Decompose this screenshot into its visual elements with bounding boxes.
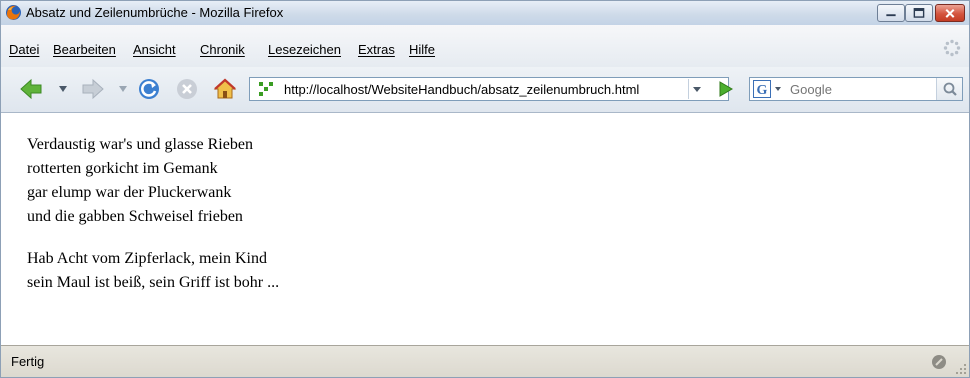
go-icon[interactable]: [717, 81, 733, 97]
status-text: Fertig: [11, 354, 45, 369]
poem-paragraph-2: Hab Acht vom Zipferlack, mein Kind sein …: [27, 247, 279, 295]
menu-ansicht[interactable]: Ansicht: [133, 42, 176, 57]
back-history-dropdown-icon[interactable]: [59, 86, 67, 92]
title-bar: Absatz und Zeilenumbrüche - Mozilla Fire…: [1, 1, 969, 25]
security-status-icon[interactable]: [931, 354, 947, 370]
address-bar[interactable]: http://localhost/WebsiteHandbuch/absatz_…: [249, 77, 729, 101]
throbber-icon: [943, 39, 961, 57]
navigation-toolbar: http://localhost/WebsiteHandbuch/absatz_…: [1, 67, 969, 113]
close-icon: [945, 8, 955, 18]
menu-extras[interactable]: Extras: [358, 42, 395, 57]
menu-chronik[interactable]: Chronik: [200, 42, 245, 57]
google-engine-icon: G: [753, 80, 781, 98]
forward-icon[interactable]: [81, 77, 105, 101]
minimize-icon: [886, 14, 896, 17]
poem-line: Hab Acht vom Zipferlack, mein Kind: [27, 250, 267, 267]
browser-window: Absatz und Zeilenumbrüche - Mozilla Fire…: [0, 0, 970, 378]
menu-hilfe[interactable]: Hilfe: [409, 42, 435, 57]
reload-icon[interactable]: [137, 77, 161, 101]
forward-history-dropdown-icon[interactable]: [119, 86, 127, 92]
stop-icon[interactable]: [175, 77, 199, 101]
menu-datei[interactable]: Datei: [9, 42, 39, 57]
site-icon: [259, 82, 273, 96]
search-bar: G: [749, 77, 963, 101]
poem-line: Verdaustig war's und glasse Rieben: [27, 136, 253, 153]
search-icon: [943, 82, 957, 96]
poem-line: und die gabben Schweisel frieben: [27, 208, 243, 225]
svg-text:G: G: [757, 83, 768, 98]
page-content: Verdaustig war's und glasse Rieben rotte…: [1, 113, 969, 345]
firefox-icon: [6, 5, 21, 20]
minimize-button[interactable]: [877, 4, 905, 22]
search-input[interactable]: [790, 81, 918, 97]
menu-lesezeichen[interactable]: Lesezeichen: [268, 42, 341, 57]
resize-grip-icon[interactable]: [955, 363, 967, 375]
menu-bar: Datei Bearbeiten Ansicht Chronik Lesezei…: [1, 25, 969, 67]
maximize-icon: [913, 8, 925, 18]
chevron-down-icon: [693, 87, 701, 92]
close-button[interactable]: [935, 4, 965, 22]
menu-bearbeiten[interactable]: Bearbeiten: [53, 42, 116, 57]
search-button[interactable]: [936, 78, 962, 100]
url-history-dropdown[interactable]: [688, 79, 704, 99]
search-engine-selector[interactable]: G: [753, 80, 787, 98]
poem-line: rotterten gorkicht im Gemank: [27, 160, 218, 177]
status-bar: Fertig: [1, 345, 969, 377]
url-text[interactable]: http://localhost/WebsiteHandbuch/absatz_…: [284, 82, 639, 97]
window-title: Absatz und Zeilenumbrüche - Mozilla Fire…: [26, 5, 284, 20]
home-icon[interactable]: [213, 77, 237, 101]
poem-paragraph-1: Verdaustig war's und glasse Rieben rotte…: [27, 133, 253, 229]
maximize-button[interactable]: [905, 4, 933, 22]
back-icon[interactable]: [19, 77, 43, 101]
poem-line: gar elump war der Pluckerwank: [27, 184, 232, 201]
poem-line: sein Maul ist beiß, sein Griff ist bohr …: [27, 274, 280, 291]
